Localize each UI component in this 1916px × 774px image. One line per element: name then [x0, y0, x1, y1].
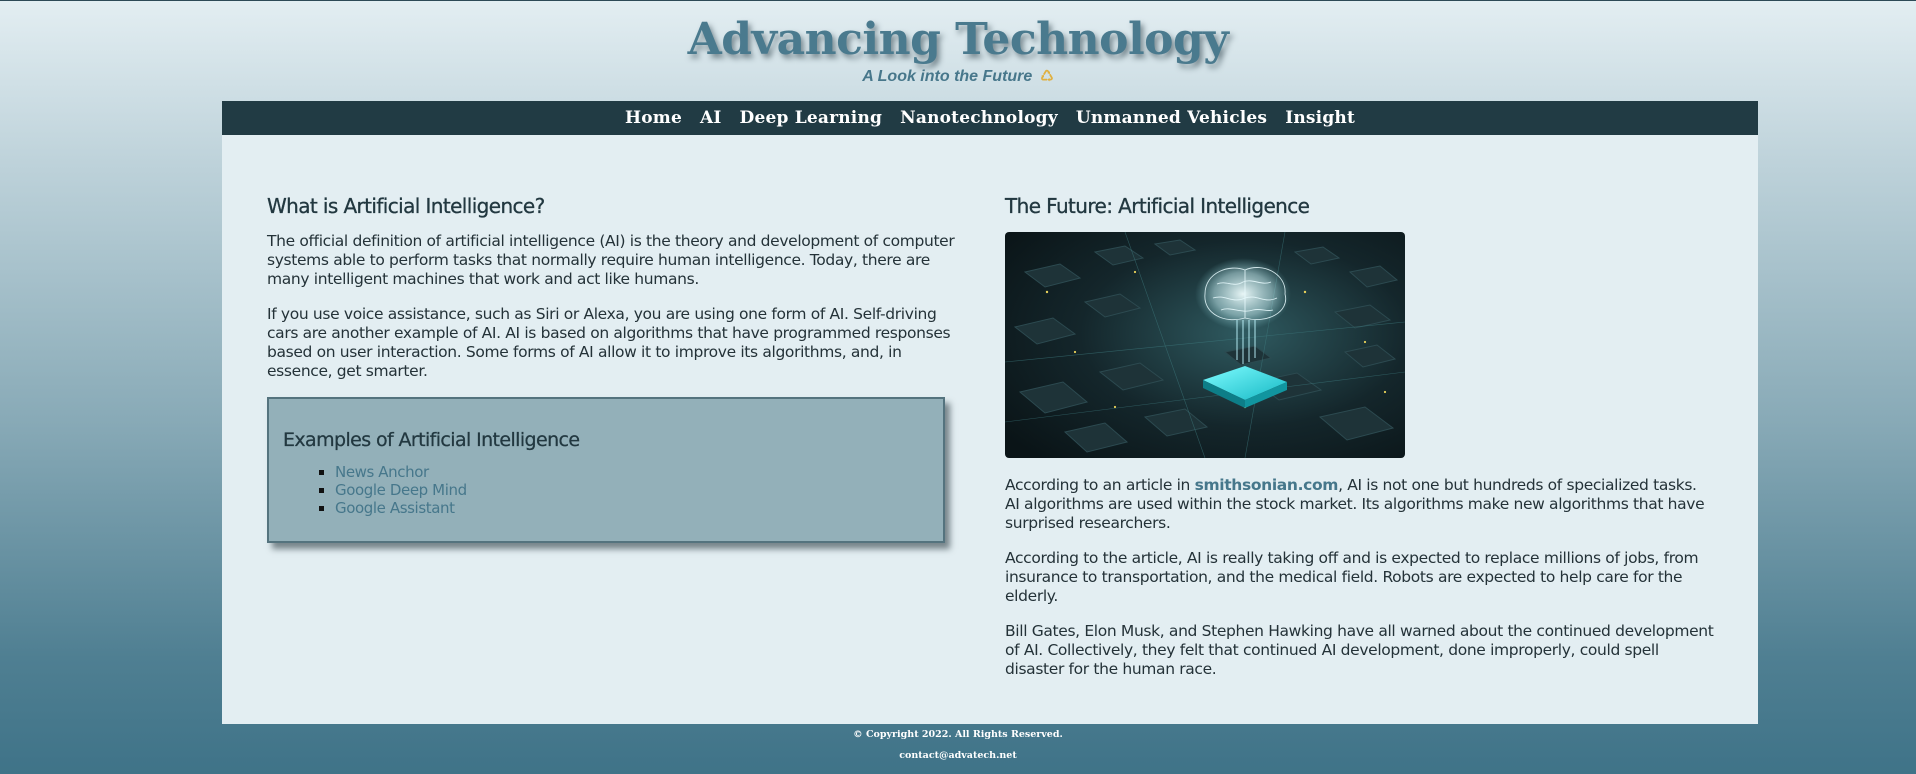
examples-heading: Examples of Artificial Intelligence — [283, 429, 580, 451]
site-tagline: A Look into the Future ♺ — [0, 66, 1916, 88]
ai-definition-paragraph: The official definition of artificial in… — [267, 232, 955, 288]
nav-nanotechnology[interactable]: Nanotechnology — [900, 108, 1058, 128]
ai-examples-paragraph: If you use voice assistance, such as Sir… — [267, 305, 951, 380]
nav-insight[interactable]: Insight — [1285, 108, 1355, 128]
site-title: Advancing Technology — [687, 14, 1229, 65]
smithsonian-text-before: According to an article in — [1005, 476, 1195, 494]
swirl-icon: ♺ — [1040, 68, 1054, 85]
nav-home[interactable]: Home — [625, 108, 682, 128]
site-header: Advancing Technology A Look into the Fut… — [0, 14, 1916, 88]
main-nav: Home AI Deep Learning Nanotechnology Unm… — [222, 101, 1758, 135]
example-link-news-anchor[interactable]: News Anchor — [335, 463, 429, 481]
examples-box: Examples of Artificial Intelligence News… — [267, 397, 945, 543]
ai-brain-circuit-image — [1005, 232, 1405, 458]
future-ai-heading: The Future: Artificial Intelligence — [1005, 194, 1310, 218]
examples-list: News Anchor Google Deep Mind Google Assi… — [283, 463, 929, 517]
nav-deep-learning[interactable]: Deep Learning — [740, 108, 883, 128]
nav-unmanned-vehicles[interactable]: Unmanned Vehicles — [1076, 108, 1267, 128]
site-footer: © Copyright 2022. All Rights Reserved. c… — [0, 724, 1916, 766]
smithsonian-paragraph: According to an article in smithsonian.c… — [1005, 476, 1715, 533]
list-item: Google Assistant — [335, 499, 929, 517]
example-link-google-deep-mind[interactable]: Google Deep Mind — [335, 481, 467, 499]
top-border — [0, 0, 1916, 1]
ai-definition-heading: What is Artificial Intelligence? — [267, 194, 546, 218]
nav-ai[interactable]: AI — [700, 108, 722, 128]
main-content: What is Artificial Intelligence? The off… — [222, 135, 1758, 724]
tagline-text: A Look into the Future — [862, 68, 1033, 85]
smithsonian-link[interactable]: smithsonian.com — [1195, 476, 1339, 494]
left-column: What is Artificial Intelligence? The off… — [267, 194, 967, 543]
right-column: The Future: Artificial Intelligence Acco… — [1005, 194, 1715, 695]
jobs-paragraph: According to the article, AI is really t… — [1005, 549, 1699, 605]
example-link-google-assistant[interactable]: Google Assistant — [335, 499, 455, 517]
list-item: Google Deep Mind — [335, 481, 929, 499]
list-item: News Anchor — [335, 463, 929, 481]
contact-email: contact@advatech.net — [899, 750, 1017, 761]
copyright-text: © Copyright 2022. All Rights Reserved. — [853, 729, 1063, 740]
warning-paragraph: Bill Gates, Elon Musk, and Stephen Hawki… — [1005, 622, 1714, 678]
